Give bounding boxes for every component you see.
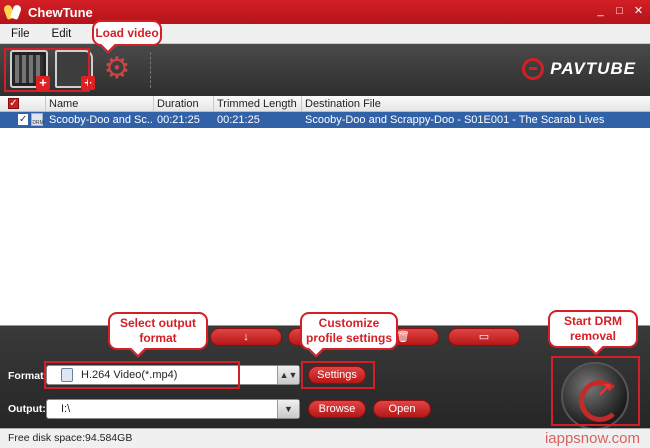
column-duration[interactable]: Duration bbox=[154, 96, 214, 111]
gear-icon[interactable]: ⚙ bbox=[98, 50, 136, 88]
menu-edit[interactable]: Edit bbox=[41, 28, 83, 40]
table-header: ✓ Name Duration Trimmed Length Destinati… bbox=[0, 96, 650, 112]
add-icon: + bbox=[36, 76, 50, 90]
select-all-checkbox[interactable]: ✓ bbox=[8, 98, 19, 109]
video-format-icon bbox=[61, 368, 73, 382]
settings-button[interactable]: Settings bbox=[308, 366, 366, 384]
load-video-callout: Load video bbox=[92, 20, 162, 46]
output-path-field[interactable]: I:\ ▼ bbox=[46, 399, 300, 419]
file-list: ✓ Name Duration Trimmed Length Destinati… bbox=[0, 96, 650, 326]
load-video-button[interactable]: + bbox=[10, 50, 50, 90]
maximize-button[interactable]: □ bbox=[612, 4, 627, 19]
column-name[interactable]: Name bbox=[46, 96, 154, 111]
add-icon: + bbox=[81, 76, 95, 90]
close-button[interactable]: ✕ bbox=[631, 4, 646, 19]
watermark: iappsnow.com bbox=[544, 430, 640, 447]
chevron-updown-icon[interactable]: ▲▼ bbox=[277, 366, 299, 384]
column-trimmed-length[interactable]: Trimmed Length bbox=[214, 96, 302, 111]
select-all-column: ✓ bbox=[0, 96, 46, 111]
chewtune-logo-icon bbox=[2, 3, 23, 21]
toolbar-separator bbox=[150, 52, 151, 88]
comment-button[interactable]: ▭ bbox=[448, 328, 520, 346]
refresh-arrow-icon: ↗ bbox=[596, 380, 613, 402]
select-format-callout: Select output format bbox=[108, 312, 208, 350]
output-label: Output: bbox=[8, 403, 46, 415]
pavtube-logo: PAVTUBE bbox=[522, 58, 636, 80]
customize-callout: Customize profile settings bbox=[300, 312, 398, 350]
status-bar: Free disk space:94.584GB iappsnow.com bbox=[0, 428, 650, 448]
chevron-down-icon[interactable]: ▼ bbox=[277, 400, 299, 418]
cell-duration: 00:21:25 bbox=[157, 114, 200, 126]
column-destination-file[interactable]: Destination File bbox=[302, 96, 650, 111]
browse-button[interactable]: Browse bbox=[308, 400, 366, 418]
cell-destination-file: Scooby-Doo and Scrappy-Doo - S01E001 - T… bbox=[305, 114, 605, 126]
move-down-button[interactable]: ↓ bbox=[210, 328, 282, 346]
cell-name: Scooby-Doo and Sc... bbox=[49, 114, 154, 126]
open-button[interactable]: Open bbox=[373, 400, 431, 418]
menu-file[interactable]: File bbox=[0, 28, 41, 40]
pavtube-logo-icon bbox=[522, 58, 545, 80]
drm-file-icon: DRM bbox=[31, 113, 44, 126]
format-select[interactable]: H.264 Video(*.mp4) ▲▼ bbox=[46, 365, 300, 385]
window-title: ChewTune bbox=[28, 4, 93, 20]
start-callout: Start DRM removal bbox=[548, 310, 638, 348]
toolbar: + + ⚙ PAVTUBE bbox=[0, 44, 650, 96]
load-folder-button[interactable]: + bbox=[55, 50, 95, 90]
row-checkbox[interactable]: ✓ bbox=[18, 114, 29, 125]
free-disk-space: Free disk space:94.584GB bbox=[8, 432, 133, 444]
cell-trimmed-length: 00:21:25 bbox=[217, 114, 260, 126]
table-row[interactable]: ✓ DRM Scooby-Doo and Sc... 00:21:25 00:2… bbox=[0, 112, 650, 128]
minimize-button[interactable]: _ bbox=[593, 4, 608, 19]
format-label: Format: bbox=[8, 370, 48, 382]
convert-start-button[interactable]: ↗ bbox=[561, 362, 629, 430]
